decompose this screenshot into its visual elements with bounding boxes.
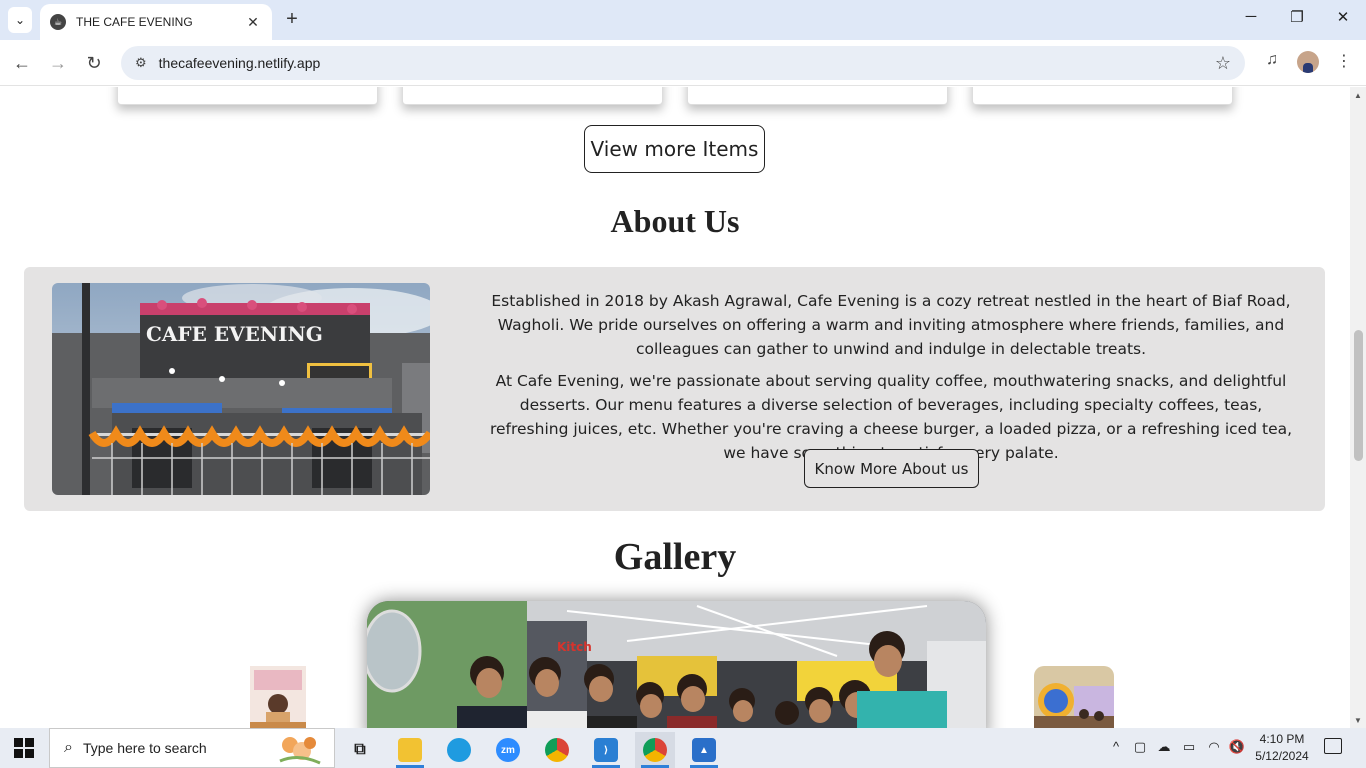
scroll-down-arrow-icon[interactable]: ▼: [1350, 712, 1366, 728]
clock-time: 4:10 PM: [1259, 732, 1305, 746]
chrome-icon[interactable]: [537, 732, 577, 768]
notification-center-icon[interactable]: [1324, 738, 1342, 754]
browser-toolbar: ← → ↻ ⚙ thecafeevening.netlify.app ☆ ♫ ⋮: [0, 40, 1366, 86]
vscode-icon[interactable]: ⟩: [586, 732, 626, 768]
page-viewport: View more Items About Us CAFE EVENING Es…: [0, 87, 1350, 728]
about-us-text: Established in 2018 by Akash Agrawal, Ca…: [484, 289, 1298, 473]
scroll-up-arrow-icon[interactable]: ▲: [1350, 87, 1366, 103]
arrow-left-icon: ←: [13, 52, 31, 73]
site-info-icon[interactable]: ⚙: [135, 55, 147, 71]
clock-date: 5/12/2024: [1255, 749, 1309, 763]
address-bar[interactable]: ⚙ thecafeevening.netlify.app ☆: [121, 46, 1245, 80]
media-control-icon[interactable]: ♫: [1260, 51, 1284, 69]
back-button[interactable]: ←: [10, 51, 34, 75]
gallery-main-image[interactable]: Kitch: [367, 601, 986, 728]
chrome-active-icon[interactable]: [635, 732, 675, 768]
tab-strip: ⌄ ☕ THE CAFE EVENING ✕ + ─ ❐ ✕: [0, 0, 1366, 40]
know-more-about-us-button[interactable]: Know More About us: [804, 449, 979, 488]
gallery-thumbnail-left[interactable]: [250, 666, 306, 728]
tab-search-button[interactable]: ⌄: [8, 7, 32, 33]
storefront-sign-text: CAFE EVENING: [146, 322, 323, 346]
meet-now-icon[interactable]: ▢: [1131, 739, 1149, 755]
menu-item-card[interactable]: [972, 87, 1233, 105]
taskbar-search-box[interactable]: ⌕ Type here to search: [49, 728, 335, 768]
windows-taskbar: ⌕ Type here to search ⧉ zm ⟩ ▲ ^ ▢ ☁ ▭ ◠…: [0, 728, 1366, 768]
task-view-icon[interactable]: ⧉: [340, 732, 380, 768]
favicon-icon: ☕: [50, 14, 66, 30]
menu-kebab-icon[interactable]: ⋮: [1332, 51, 1356, 71]
battery-icon[interactable]: ▭: [1180, 739, 1198, 755]
volume-muted-icon[interactable]: 🔇: [1228, 739, 1246, 755]
edge-icon[interactable]: [439, 732, 479, 768]
menu-item-card[interactable]: [687, 87, 948, 105]
bookmark-star-icon[interactable]: ☆: [1215, 53, 1231, 74]
cafe-storefront-image: CAFE EVENING: [52, 283, 430, 495]
gallery-heading: Gallery: [613, 536, 737, 578]
plus-icon: +: [286, 8, 298, 30]
photos-icon[interactable]: ▲: [684, 732, 724, 768]
system-clock[interactable]: 4:10 PM 5/12/2024: [1252, 731, 1312, 765]
url-text[interactable]: thecafeevening.netlify.app: [159, 55, 321, 71]
search-placeholder: Type here to search: [82, 740, 207, 756]
file-explorer-icon[interactable]: [390, 732, 430, 768]
page-scrollbar[interactable]: ▲ ▼: [1350, 87, 1366, 728]
reload-icon: ↻: [86, 52, 102, 73]
view-more-items-button[interactable]: View more Items: [584, 125, 765, 173]
reload-button[interactable]: ↻: [82, 51, 106, 75]
gallery-wall-sign: Kitch: [557, 640, 592, 654]
forward-button[interactable]: →: [46, 51, 70, 75]
restore-button[interactable]: ❐: [1287, 8, 1307, 26]
minimize-button[interactable]: ─: [1241, 8, 1261, 25]
show-hidden-icons-chevron-icon[interactable]: ^: [1107, 739, 1125, 754]
tab-title: THE CAFE EVENING: [76, 15, 193, 29]
scroll-thumb[interactable]: [1354, 330, 1363, 461]
search-highlight-image: [279, 737, 321, 765]
gallery-thumbnail-right[interactable]: [1034, 666, 1114, 728]
windows-start-icon[interactable]: [14, 738, 34, 758]
new-tab-button[interactable]: +: [282, 8, 302, 30]
menu-item-card[interactable]: [402, 87, 663, 105]
about-us-heading: About Us: [610, 203, 740, 239]
onedrive-cloud-icon[interactable]: ☁: [1155, 739, 1173, 755]
about-paragraph-1: Established in 2018 by Akash Agrawal, Ca…: [491, 292, 1291, 358]
wifi-icon[interactable]: ◠: [1205, 739, 1223, 755]
profile-avatar[interactable]: [1297, 51, 1319, 73]
menu-item-card[interactable]: [117, 87, 378, 105]
zoom-icon[interactable]: zm: [488, 732, 528, 768]
close-window-button[interactable]: ✕: [1333, 8, 1353, 26]
close-tab-icon[interactable]: ✕: [244, 14, 262, 31]
arrow-right-icon: →: [49, 52, 67, 73]
search-icon: ⌕: [64, 739, 73, 756]
tab-active[interactable]: ☕ THE CAFE EVENING ✕: [40, 4, 272, 40]
chevron-down-icon: ⌄: [14, 13, 26, 27]
about-us-section: CAFE EVENING Established in 2018 by Akas…: [24, 267, 1325, 511]
